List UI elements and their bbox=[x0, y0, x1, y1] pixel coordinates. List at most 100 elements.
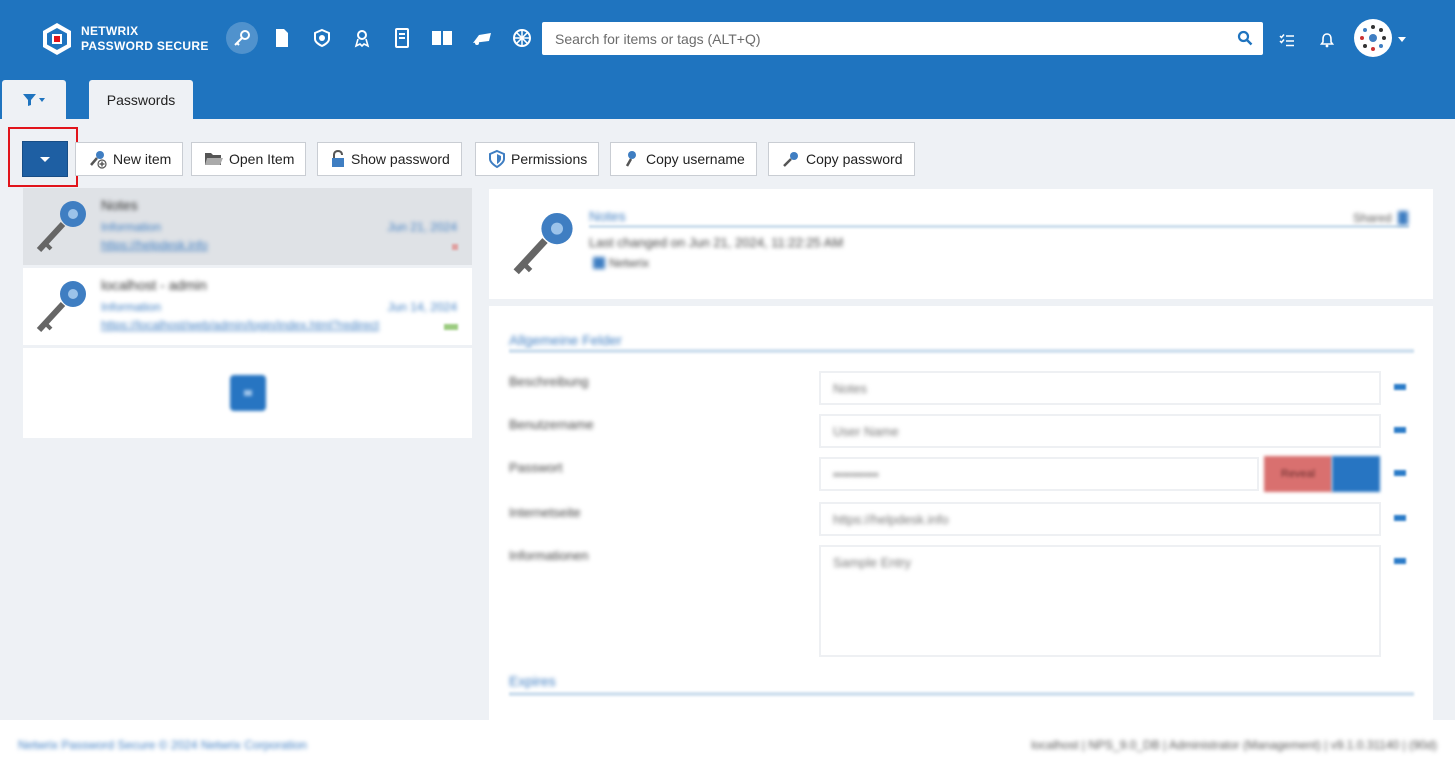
field-description-menu-icon[interactable] bbox=[1394, 384, 1406, 390]
detail-form: Allgemeine Felder Beschreibung Notes Ben… bbox=[489, 306, 1433, 720]
detail-title-underline bbox=[589, 225, 1409, 228]
field-information-value: Sample Entry bbox=[833, 555, 912, 570]
field-information-menu-icon[interactable] bbox=[1394, 558, 1406, 564]
password-key-icon bbox=[36, 201, 86, 253]
header-actions bbox=[1276, 19, 1406, 57]
copy-password-label: Copy password bbox=[806, 151, 903, 167]
certificates-module-icon[interactable] bbox=[306, 22, 338, 54]
field-label-password: Passwort bbox=[509, 460, 563, 475]
field-username-menu-icon[interactable] bbox=[1394, 427, 1406, 433]
reveal-password-button[interactable]: Reveal bbox=[1264, 456, 1332, 492]
field-website-input[interactable]: https://helpdesk.info bbox=[819, 502, 1381, 536]
list-item-url[interactable]: https://helpdesk.info bbox=[101, 238, 208, 252]
detail-tag-label: Netwrix bbox=[609, 256, 650, 270]
field-label-information: Informationen bbox=[509, 548, 589, 563]
list-item-date: Jun 14, 2024 bbox=[387, 300, 457, 314]
shared-label: Shared bbox=[1352, 211, 1392, 225]
list-item-status-mark bbox=[444, 324, 458, 330]
password-list: Notes Information https://helpdesk.info … bbox=[23, 188, 472, 438]
forms-module-icon[interactable] bbox=[426, 22, 458, 54]
section-expiry-line bbox=[509, 692, 1414, 696]
detail-last-changed: Last changed on Jun 21, 2024, 11:22:25 A… bbox=[589, 235, 844, 250]
new-key-icon bbox=[90, 151, 107, 169]
tab-passwords[interactable]: Passwords bbox=[89, 80, 193, 119]
bell-icon[interactable] bbox=[1316, 24, 1338, 56]
show-password-button[interactable]: Show password bbox=[317, 142, 462, 176]
field-label-website: Internetseite bbox=[509, 505, 581, 520]
detail-header: Notes Last changed on Jun 21, 2024, 11:2… bbox=[489, 189, 1433, 299]
chevron-down-icon bbox=[40, 156, 50, 162]
field-label-username: Benutzername bbox=[509, 417, 594, 432]
permissions-button[interactable]: Permissions bbox=[475, 142, 600, 176]
shared-icon bbox=[1398, 211, 1408, 225]
field-username-input[interactable]: User Name bbox=[819, 414, 1381, 448]
field-password-input[interactable]: •••••••••• bbox=[819, 457, 1259, 491]
footer-status-info: localhost | NPS_9.0_DB | Administrator (… bbox=[1031, 738, 1437, 752]
field-password-value: •••••••••• bbox=[833, 467, 879, 482]
toolbar-dropdown-button[interactable] bbox=[22, 141, 68, 177]
user-key-icon bbox=[625, 151, 636, 167]
roles-module-icon[interactable] bbox=[466, 22, 498, 54]
list-item-date: Jun 21, 2024 bbox=[387, 220, 457, 234]
shared-indicator: Shared bbox=[1353, 211, 1408, 225]
tasks-icon[interactable] bbox=[1276, 24, 1298, 56]
permissions-label: Permissions bbox=[511, 151, 588, 167]
tag-icon bbox=[593, 257, 605, 269]
applications-module-icon[interactable] bbox=[386, 22, 418, 54]
list-item-url[interactable]: https://localhost/web/admin/login/index.… bbox=[101, 318, 379, 332]
list-item-title: localhost - admin bbox=[101, 277, 207, 293]
field-description-input[interactable]: Notes bbox=[819, 371, 1381, 405]
open-item-button[interactable]: Open Item bbox=[191, 142, 307, 176]
filter-icon bbox=[23, 93, 45, 106]
list-item[interactable]: localhost - admin Information https://lo… bbox=[23, 268, 472, 345]
brand-line1: NETWRIX bbox=[81, 24, 139, 38]
status-footer: Netwrix Password Secure © 2024 Netwrix C… bbox=[0, 720, 1455, 772]
organisation-module-icon[interactable] bbox=[346, 22, 378, 54]
detail-tag[interactable]: Netwrix bbox=[593, 256, 649, 270]
footer-copyright[interactable]: Netwrix Password Secure © 2024 Netwrix C… bbox=[18, 738, 307, 752]
module-icons bbox=[226, 22, 546, 54]
list-footer bbox=[23, 348, 472, 438]
detail-key-icon bbox=[513, 213, 573, 275]
passwords-module-icon[interactable] bbox=[226, 22, 258, 54]
list-item-title: Notes bbox=[101, 197, 138, 213]
app-header: NETWRIX PASSWORD SECURE Search for items… bbox=[0, 0, 1455, 119]
section-general-line bbox=[509, 349, 1414, 353]
documents-module-icon[interactable] bbox=[266, 22, 298, 54]
new-item-button[interactable]: New item bbox=[75, 142, 184, 176]
search-input[interactable] bbox=[542, 22, 1235, 55]
load-more-icon[interactable] bbox=[230, 375, 266, 411]
field-information-textarea[interactable]: Sample Entry bbox=[819, 545, 1381, 657]
password-key-icon bbox=[36, 281, 86, 333]
field-label-description: Beschreibung bbox=[509, 374, 589, 389]
section-expiry-title: Expires bbox=[509, 673, 556, 689]
copy-password-button[interactable]: Copy password bbox=[768, 142, 915, 176]
copy-username-label: Copy username bbox=[646, 151, 745, 167]
list-item[interactable]: Notes Information https://helpdesk.info … bbox=[23, 188, 472, 265]
new-item-label: New item bbox=[113, 151, 172, 167]
field-website-menu-icon[interactable] bbox=[1394, 515, 1406, 521]
field-description-value: Notes bbox=[833, 381, 867, 396]
copy-password-field-button[interactable] bbox=[1332, 456, 1380, 492]
avatar[interactable] bbox=[1354, 19, 1392, 57]
settings-module-icon[interactable] bbox=[506, 22, 538, 54]
show-password-label: Show password bbox=[351, 151, 450, 167]
brand-line2: PASSWORD SECURE bbox=[81, 39, 209, 53]
netwrix-logo-icon bbox=[43, 23, 71, 55]
reveal-password-label: Reveal bbox=[1280, 468, 1316, 480]
avatar-image-icon bbox=[1360, 25, 1386, 51]
netwrix-logo[interactable]: NETWRIX PASSWORD SECURE bbox=[40, 22, 209, 56]
shield-icon bbox=[489, 149, 505, 169]
field-password-menu-icon[interactable] bbox=[1394, 470, 1406, 476]
list-item-subtitle: Information bbox=[101, 220, 162, 234]
user-menu-caret-icon[interactable] bbox=[1398, 37, 1406, 42]
search-box bbox=[542, 22, 1263, 55]
folder-open-icon bbox=[205, 153, 223, 165]
filter-tab[interactable] bbox=[2, 80, 66, 119]
toolbar: New item Open Item Show password Permiss… bbox=[0, 127, 1455, 187]
detail-title: Notes bbox=[589, 208, 626, 224]
search-icon[interactable] bbox=[1237, 30, 1253, 46]
copy-username-button[interactable]: Copy username bbox=[610, 142, 757, 176]
key-icon bbox=[783, 152, 798, 167]
section-general-title: Allgemeine Felder bbox=[509, 332, 622, 348]
